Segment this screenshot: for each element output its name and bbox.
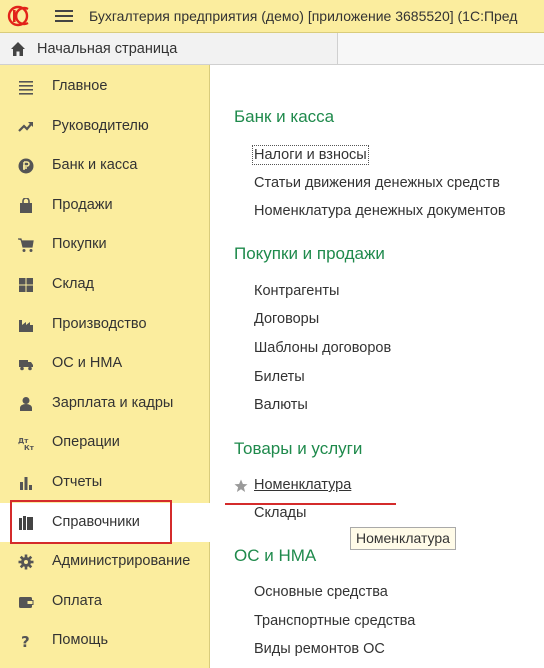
sidebar-item-salary[interactable]: Зарплата и кадры — [0, 384, 210, 423]
sidebar-item-purchases[interactable]: Покупки — [0, 225, 210, 264]
question-icon: ? — [21, 633, 30, 649]
section-title: Покупки и продажи — [234, 244, 385, 263]
1c-logo[interactable]: 1С — [5, 5, 41, 27]
sidebar-item-label: Отчеты — [52, 474, 103, 490]
link-warehouses[interactable]: Склады — [254, 505, 306, 521]
main-menu-icon[interactable] — [55, 9, 73, 23]
link-fixed-assets[interactable]: Основные средства — [254, 584, 388, 600]
books-icon — [19, 516, 33, 530]
sidebar-item-sales[interactable]: Продажи — [0, 186, 210, 225]
section-title: ОС и НМА — [234, 546, 317, 565]
shopping-bag-icon — [20, 198, 32, 213]
sidebar-item-label: Главное — [52, 78, 108, 94]
sidebar-item-label: Склад — [52, 276, 94, 292]
link-taxes[interactable]: Налоги и взносы — [252, 145, 369, 165]
svg-text:Кт: Кт — [24, 444, 34, 451]
link-money-documents[interactable]: Номенклатура денежных документов — [254, 203, 506, 219]
tab-strip-empty — [338, 33, 544, 64]
warehouse-grid-icon — [19, 278, 33, 292]
sidebar-item-label: Оплата — [52, 593, 102, 609]
link-nomenclature[interactable]: Номенклатура — [254, 477, 351, 493]
open-tab[interactable] — [210, 33, 338, 64]
highlight-underline — [225, 503, 396, 505]
title-bar: 1С Бухгалтерия предприятия (демо) [прило… — [0, 0, 544, 33]
sidebar-item-label: Администрирование — [52, 553, 191, 569]
references-content: Банк и касса Налоги и взносы Статьи движ… — [211, 65, 544, 668]
home-page-label: Начальная страница — [37, 40, 178, 57]
link-repair-types[interactable]: Виды ремонтов ОС — [254, 641, 385, 657]
tooltip: Номенклатура — [350, 527, 456, 550]
section-title: Товары и услуги — [234, 439, 363, 458]
truck-icon — [19, 360, 33, 371]
star-icon[interactable] — [234, 479, 248, 493]
sidebar-item-label: Производство — [52, 316, 147, 332]
sidebar-item-manager[interactable]: Руководителю — [0, 107, 210, 146]
link-vehicles[interactable]: Транспортные средства — [254, 613, 415, 629]
bar-chart-icon — [20, 477, 32, 490]
link-counterparties[interactable]: Контрагенты — [254, 283, 339, 299]
sidebar-item-reports[interactable]: Отчеты — [0, 463, 210, 502]
tab-strip — [210, 33, 544, 65]
sidebar-item-label: Банк и касса — [52, 157, 138, 173]
link-cash-flow-items[interactable]: Статьи движения денежных средств — [254, 175, 500, 191]
ruble-coin-icon — [18, 158, 34, 174]
sidebar-item-label: Справочники — [52, 514, 140, 530]
sidebar-item-label: Покупки — [52, 236, 107, 252]
sidebar-item-label: Помощь — [52, 632, 109, 648]
sidebar-item-payment[interactable]: Оплата — [0, 582, 210, 621]
menu-lines-icon — [19, 81, 33, 95]
sidebar-item-label: Руководителю — [52, 118, 149, 134]
sidebar-item-references[interactable]: Справочники — [0, 503, 211, 542]
person-icon — [20, 397, 32, 411]
sidebar-item-operations[interactable]: Дт Кт Операции — [0, 423, 210, 462]
sidebar-item-help[interactable]: ? Помощь — [0, 621, 210, 660]
factory-icon — [19, 320, 33, 332]
home-icon — [11, 41, 25, 56]
link-contract-templates[interactable]: Шаблоны договоров — [254, 340, 391, 356]
wallet-icon — [19, 597, 34, 608]
sidebar-item-label: Зарплата и кадры — [52, 395, 174, 411]
sidebar-item-production[interactable]: Производство — [0, 305, 210, 344]
sidebar-item-administration[interactable]: Администрирование — [0, 542, 210, 581]
link-currencies[interactable]: Валюты — [254, 397, 308, 413]
sidebar-item-label: Продажи — [52, 197, 113, 213]
sidebar-item-label: Операции — [52, 434, 120, 450]
link-tickets[interactable]: Билеты — [254, 369, 305, 385]
sections-panel: Главное Руководителю Банк и касса Продаж… — [0, 65, 211, 668]
sidebar-item-fixed-assets[interactable]: ОС и НМА — [0, 344, 210, 383]
sidebar-item-warehouse[interactable]: Склад — [0, 265, 210, 304]
link-contracts[interactable]: Договоры — [254, 311, 319, 327]
section-title: Банк и касса — [234, 107, 335, 126]
app-title: Бухгалтерия предприятия (демо) [приложен… — [89, 8, 518, 24]
home-page-tab[interactable]: Начальная страница — [0, 33, 210, 65]
dt-kt-icon: Дт Кт — [18, 437, 34, 451]
gear-icon — [18, 554, 34, 570]
cart-icon — [18, 238, 34, 252]
trend-up-icon — [18, 122, 33, 132]
sidebar-item-bank[interactable]: Банк и касса — [0, 146, 210, 185]
sidebar-item-label: ОС и НМА — [52, 355, 123, 371]
svg-text:?: ? — [21, 633, 30, 649]
sidebar-item-main[interactable]: Главное — [0, 67, 210, 106]
